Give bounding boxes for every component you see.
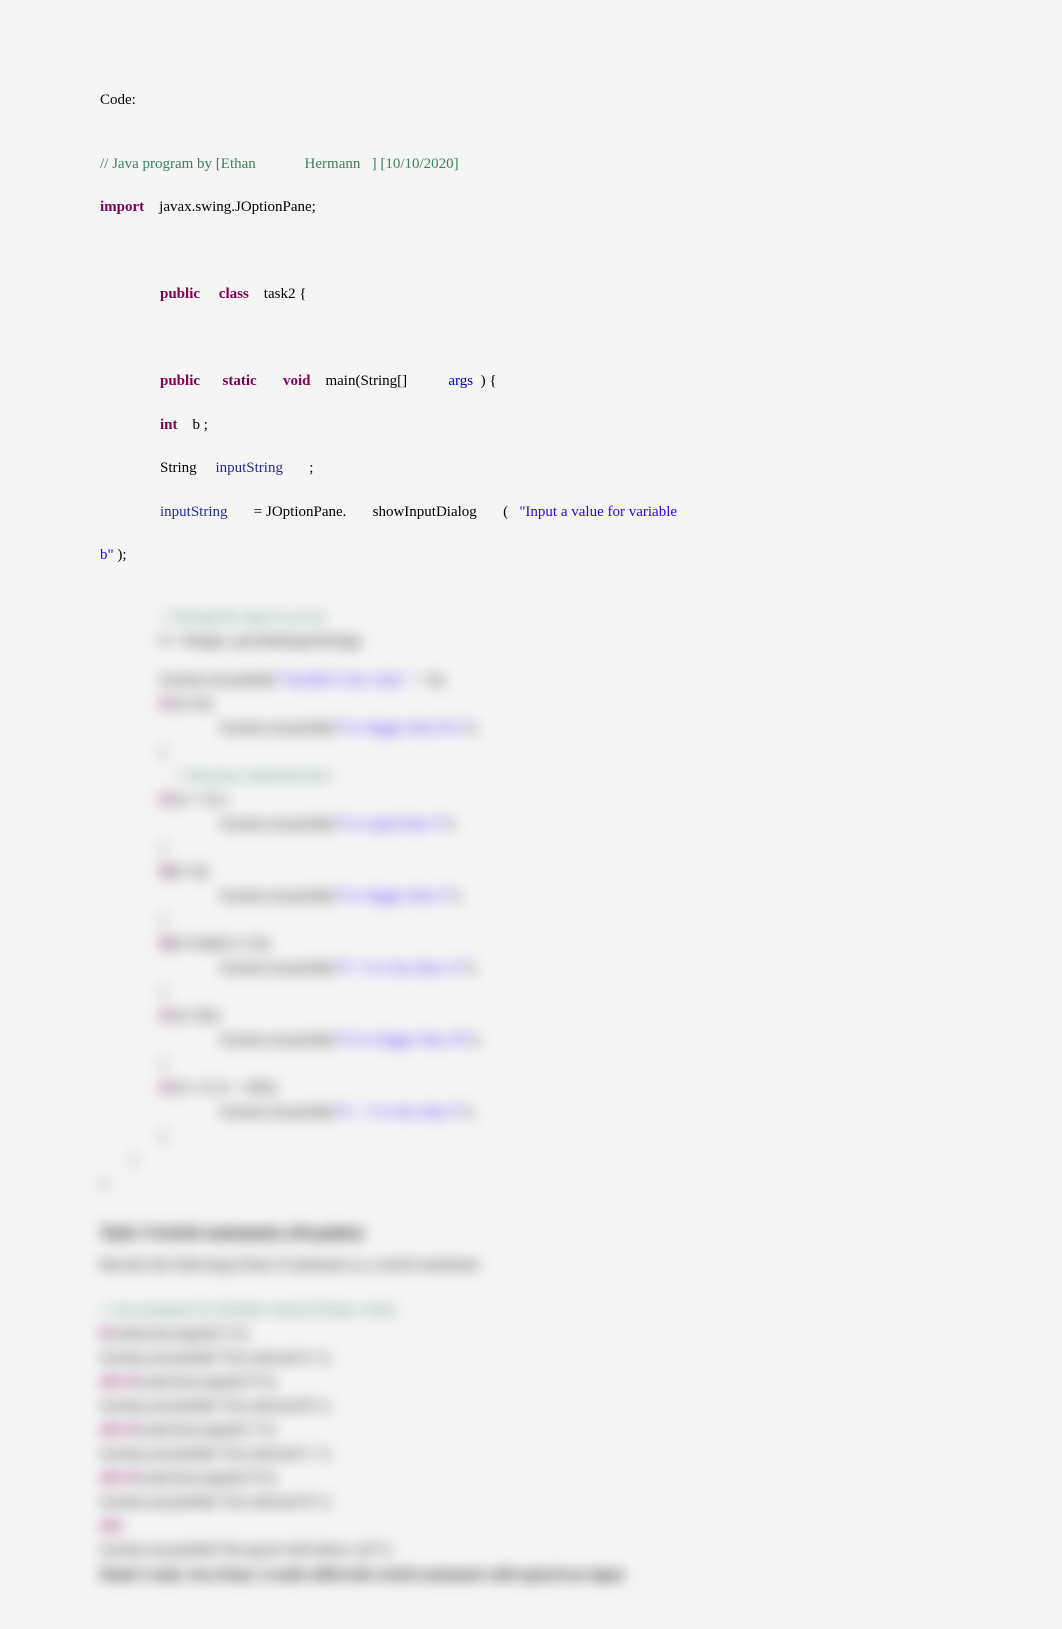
blurred-line: System.out.println("Not good with letter… xyxy=(100,1540,962,1561)
blurred-line: (b ==5) { xyxy=(169,792,229,808)
code-text: javax.swing.JOptionPane; xyxy=(144,199,316,215)
blurred-line: // Decision statement here xyxy=(175,768,331,784)
blurred-line: ); xyxy=(446,816,455,832)
blurred-line: "b is bigger than 5" xyxy=(336,888,452,904)
blurred-line: "Variable b has value " xyxy=(276,672,413,688)
blurred-line: + b); xyxy=(413,672,446,688)
blurred-line: } xyxy=(100,1176,107,1192)
code-text: ) { xyxy=(473,373,496,389)
blurred-line: "b is bigger than five" xyxy=(336,720,468,736)
code-block: // Java program by [Ethan Hermann ] [10/… xyxy=(100,132,962,589)
blurred-line: System.out xyxy=(220,720,287,736)
code-text: ); xyxy=(117,547,126,563)
code-text: ( xyxy=(477,504,508,520)
blurred-line: b = Integer. parseInt(inputString); xyxy=(160,633,363,649)
code-comment: // Java program by [Ethan Hermann ] [10/… xyxy=(100,156,459,172)
code-keyword: class xyxy=(219,286,249,302)
blurred-note: Hand 3 tasks Java Pane 2 result refPosJo… xyxy=(100,1565,962,1586)
blurred-heading: Task 3 Switch statements (10 points) xyxy=(100,1221,962,1246)
code-text: showInputDialog xyxy=(373,504,477,520)
blurred-line: if xyxy=(160,1080,169,1096)
code-keyword: public xyxy=(160,286,200,302)
code-text: ; xyxy=(283,460,313,476)
blurred-line: } xyxy=(160,840,167,856)
blurred-desc: Rewrite the following if/else if stateme… xyxy=(100,1255,962,1277)
blurred-line: System.out.println("You selected C."); xyxy=(100,1444,962,1465)
blurred-line: System.out xyxy=(220,1104,287,1120)
blurred-line: .println( xyxy=(227,672,276,688)
blurred-line: } xyxy=(160,984,167,1000)
blurred-line: (b<0){ xyxy=(169,696,213,712)
code-text: = JOptionPane. xyxy=(228,504,347,520)
blurred-line: "b is equal than 5" xyxy=(336,816,447,832)
code-field: inputString xyxy=(160,504,228,520)
blurred-line: System.out.println("You selected B."); xyxy=(100,1396,962,1417)
code-text: String xyxy=(160,460,197,476)
blurred-line: System.out.println("You selected A."); xyxy=(100,1348,962,1369)
blurred-line: if xyxy=(160,792,169,808)
section-heading: Code: xyxy=(100,90,962,112)
blurred-line: ); xyxy=(468,720,477,736)
blurred-line: // Storing the input in an int xyxy=(160,609,326,625)
blurred-line: (b>5){ xyxy=(169,864,210,880)
blurred-line: (b>30){ xyxy=(169,1008,221,1024)
code-string: b" xyxy=(100,547,117,563)
code-field: inputString xyxy=(215,460,283,476)
blurred-line: } xyxy=(160,1056,167,1072)
blurred-line: System.out xyxy=(220,888,287,904)
code-keyword: void xyxy=(283,373,311,389)
code-field: args xyxy=(448,373,473,389)
code-string: "Input a value for variable xyxy=(508,504,677,520)
blurred-line: ); xyxy=(471,1032,480,1048)
blurred-line: if xyxy=(160,696,169,712)
blurred-line: } xyxy=(160,744,167,760)
blurred-line: .println( xyxy=(287,1032,336,1048)
blurred-line: } xyxy=(160,1128,167,1144)
blurred-line: System.out.println("You selected D."); xyxy=(100,1492,962,1513)
blurred-line: if xyxy=(160,864,169,880)
code-keyword: int xyxy=(160,417,178,433)
blurred-line: "b b is bigger than 30" xyxy=(336,1032,471,1048)
blurred-line: ); xyxy=(452,888,461,904)
blurred-code-area: // Storing the input in an int b = Integ… xyxy=(100,607,962,1195)
code-keyword: static xyxy=(223,373,257,389)
blurred-line: } xyxy=(130,1152,137,1168)
blurred-line: ); xyxy=(465,1104,474,1120)
blurred-line: System.out xyxy=(160,672,227,688)
blurred-line: System.out xyxy=(220,1032,287,1048)
blurred-line: } xyxy=(160,912,167,928)
blurred-line: (b>8 && b<12){ xyxy=(169,936,271,952)
code-text: task2 { xyxy=(249,286,307,302)
blurred-line: System.out xyxy=(220,816,287,832)
blurred-line: ); xyxy=(467,960,476,976)
blurred-line: if xyxy=(160,936,169,952)
blurred-line: .println( xyxy=(287,960,336,976)
blurred-line: .println( xyxy=(287,816,336,832)
code-keyword: public xyxy=(160,373,200,389)
blurred-line: (b<-5 || b > 100){ xyxy=(169,1080,278,1096)
blurred-line: // Java program by [Student name] [Today… xyxy=(100,1302,396,1318)
code-keyword: import xyxy=(100,199,144,215)
blurred-line: System.out xyxy=(220,960,287,976)
blurred-line: "8 < b is less than 12" xyxy=(336,960,468,976)
code-text: b ; xyxy=(178,417,208,433)
blurred-task-section: Task 3 Switch statements (10 points) Rew… xyxy=(100,1221,962,1586)
blurred-line: .println( xyxy=(287,1104,336,1120)
blurred-line: .println( xyxy=(287,888,336,904)
blurred-line: if xyxy=(160,1008,169,1024)
blurred-line: .println( xyxy=(287,720,336,736)
code-text: main(String[] xyxy=(310,373,407,389)
blurred-line: "b < -5 is less than 5" xyxy=(336,1104,465,1120)
